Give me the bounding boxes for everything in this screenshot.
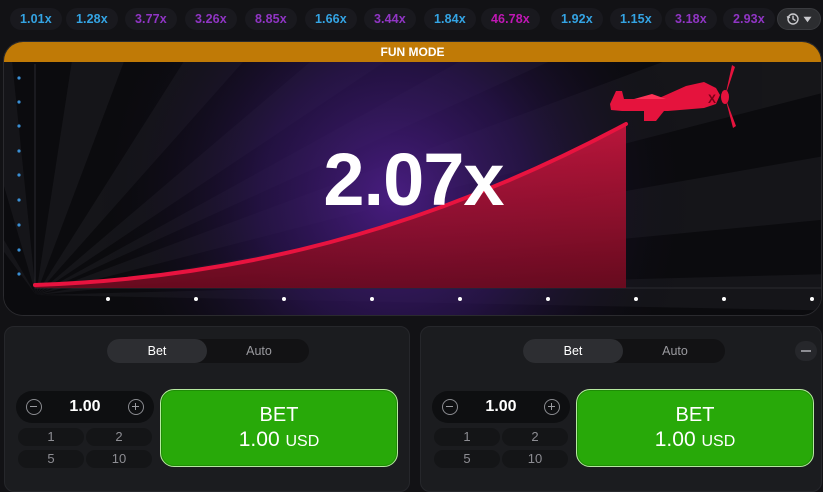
- history-multiplier: 2.93x: [723, 8, 775, 30]
- bet-button-label: BET: [259, 404, 299, 426]
- history-multiplier: 3.18x: [665, 8, 717, 30]
- remove-panel-button[interactable]: [795, 341, 817, 361]
- quick-amount-button[interactable]: 2: [502, 428, 568, 446]
- history-toggle-button[interactable]: [777, 8, 821, 30]
- multiplier-history-bar: 1.01x 1.28x 3.77x 3.26x 8.85x 1.66x 3.44…: [0, 0, 823, 38]
- history-multiplier: 1.92x: [551, 8, 603, 30]
- bet-mode-tabs: Bet Auto: [523, 339, 725, 363]
- bet-button-currency: USD: [285, 433, 320, 450]
- decrease-bet-button[interactable]: [26, 399, 42, 415]
- increase-bet-button[interactable]: [128, 399, 144, 415]
- place-bet-button[interactable]: BET 1.00 USD: [576, 389, 814, 467]
- bet-button-label: BET: [675, 404, 715, 426]
- history-multiplier: 46.78x: [481, 8, 540, 30]
- dropdown-caret-icon: [803, 16, 812, 22]
- fun-mode-banner: FUN MODE: [4, 42, 821, 62]
- bet-amount-stepper: 1.00: [16, 391, 154, 423]
- place-bet-button[interactable]: BET 1.00 USD: [160, 389, 398, 467]
- tab-auto[interactable]: Auto: [209, 339, 309, 363]
- history-multiplier: 1.84x: [424, 8, 476, 30]
- history-multiplier: 1.66x: [305, 8, 357, 30]
- bet-amount-stepper: 1.00: [432, 391, 570, 423]
- bet-button-value: 1.00: [654, 428, 696, 451]
- tab-auto[interactable]: Auto: [625, 339, 725, 363]
- quick-amount-button[interactable]: 5: [434, 450, 500, 468]
- bet-button-currency: USD: [701, 433, 736, 450]
- history-multiplier: 3.77x: [125, 8, 177, 30]
- quick-amount-button[interactable]: 2: [86, 428, 152, 446]
- quick-amount-button[interactable]: 10: [86, 450, 152, 468]
- history-multiplier: 1.15x: [610, 8, 662, 30]
- bet-mode-tabs: Bet Auto: [107, 339, 309, 363]
- bet-button-amount: 1.00 USD: [577, 428, 813, 454]
- current-multiplier-value: 2.07x: [323, 138, 504, 221]
- tab-bet[interactable]: Bet: [107, 339, 207, 363]
- decrease-bet-button[interactable]: [442, 399, 458, 415]
- bet-button-amount: 1.00 USD: [161, 428, 397, 454]
- bet-panel-1: Bet Auto 1.00 1 2 5 10 BET 1.00 USD: [4, 326, 410, 492]
- svg-text:X: X: [708, 92, 716, 106]
- history-multiplier: 1.01x: [10, 8, 62, 30]
- history-multiplier: 3.26x: [185, 8, 237, 30]
- bet-panel-2: Bet Auto 1.00 1 2 5 10 BET 1.00 USD: [420, 326, 822, 492]
- quick-amount-button[interactable]: 1: [18, 428, 84, 446]
- quick-amount-button[interactable]: 1: [434, 428, 500, 446]
- tab-bet[interactable]: Bet: [523, 339, 623, 363]
- history-multiplier: 1.28x: [66, 8, 118, 30]
- history-multiplier: 3.44x: [364, 8, 416, 30]
- history-clock-icon: [786, 13, 799, 25]
- quick-amount-button[interactable]: 5: [18, 450, 84, 468]
- bet-button-value: 1.00: [238, 428, 280, 451]
- current-multiplier: 2.07x: [4, 137, 821, 222]
- increase-bet-button[interactable]: [544, 399, 560, 415]
- game-field: X FUN MODE 2.07x: [3, 41, 822, 316]
- quick-amount-button[interactable]: 10: [502, 450, 568, 468]
- history-multiplier: 8.85x: [245, 8, 297, 30]
